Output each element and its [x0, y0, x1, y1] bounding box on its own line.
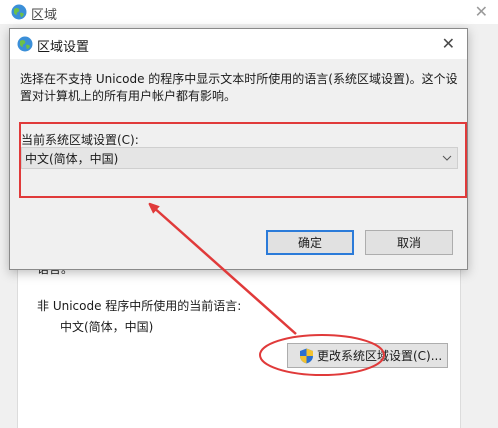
region-window-titlebar: 区域 ✕ [0, 0, 498, 24]
dialog-title: 区域设置 [37, 40, 90, 55]
region-window-title: 区域 [31, 8, 58, 23]
globe-icon [11, 4, 27, 20]
current-non-unicode-language: 中文(简体，中国) [60, 320, 154, 334]
dialog-titlebar: 区域设置 ✕ [10, 29, 467, 59]
cancel-button[interactable]: 取消 [365, 230, 453, 255]
globe-icon [17, 36, 33, 52]
dialog-description: 选择在不支持 Unicode 的程序中显示文本时所使用的语言(系统区域设置)。这… [20, 72, 458, 103]
change-system-locale-button[interactable]: 更改系统区域设置(C)... [287, 343, 448, 368]
annotation-highlight-box [19, 122, 467, 198]
non-unicode-language-label: 非 Unicode 程序中所使用的当前语言: [37, 299, 242, 313]
region-window-close-icon[interactable]: ✕ [475, 2, 488, 21]
ok-button[interactable]: 确定 [266, 230, 354, 255]
dialog-close-icon[interactable]: ✕ [442, 34, 455, 53]
change-system-locale-label: 更改系统区域设置(C)... [317, 349, 443, 363]
shield-icon [300, 348, 313, 363]
